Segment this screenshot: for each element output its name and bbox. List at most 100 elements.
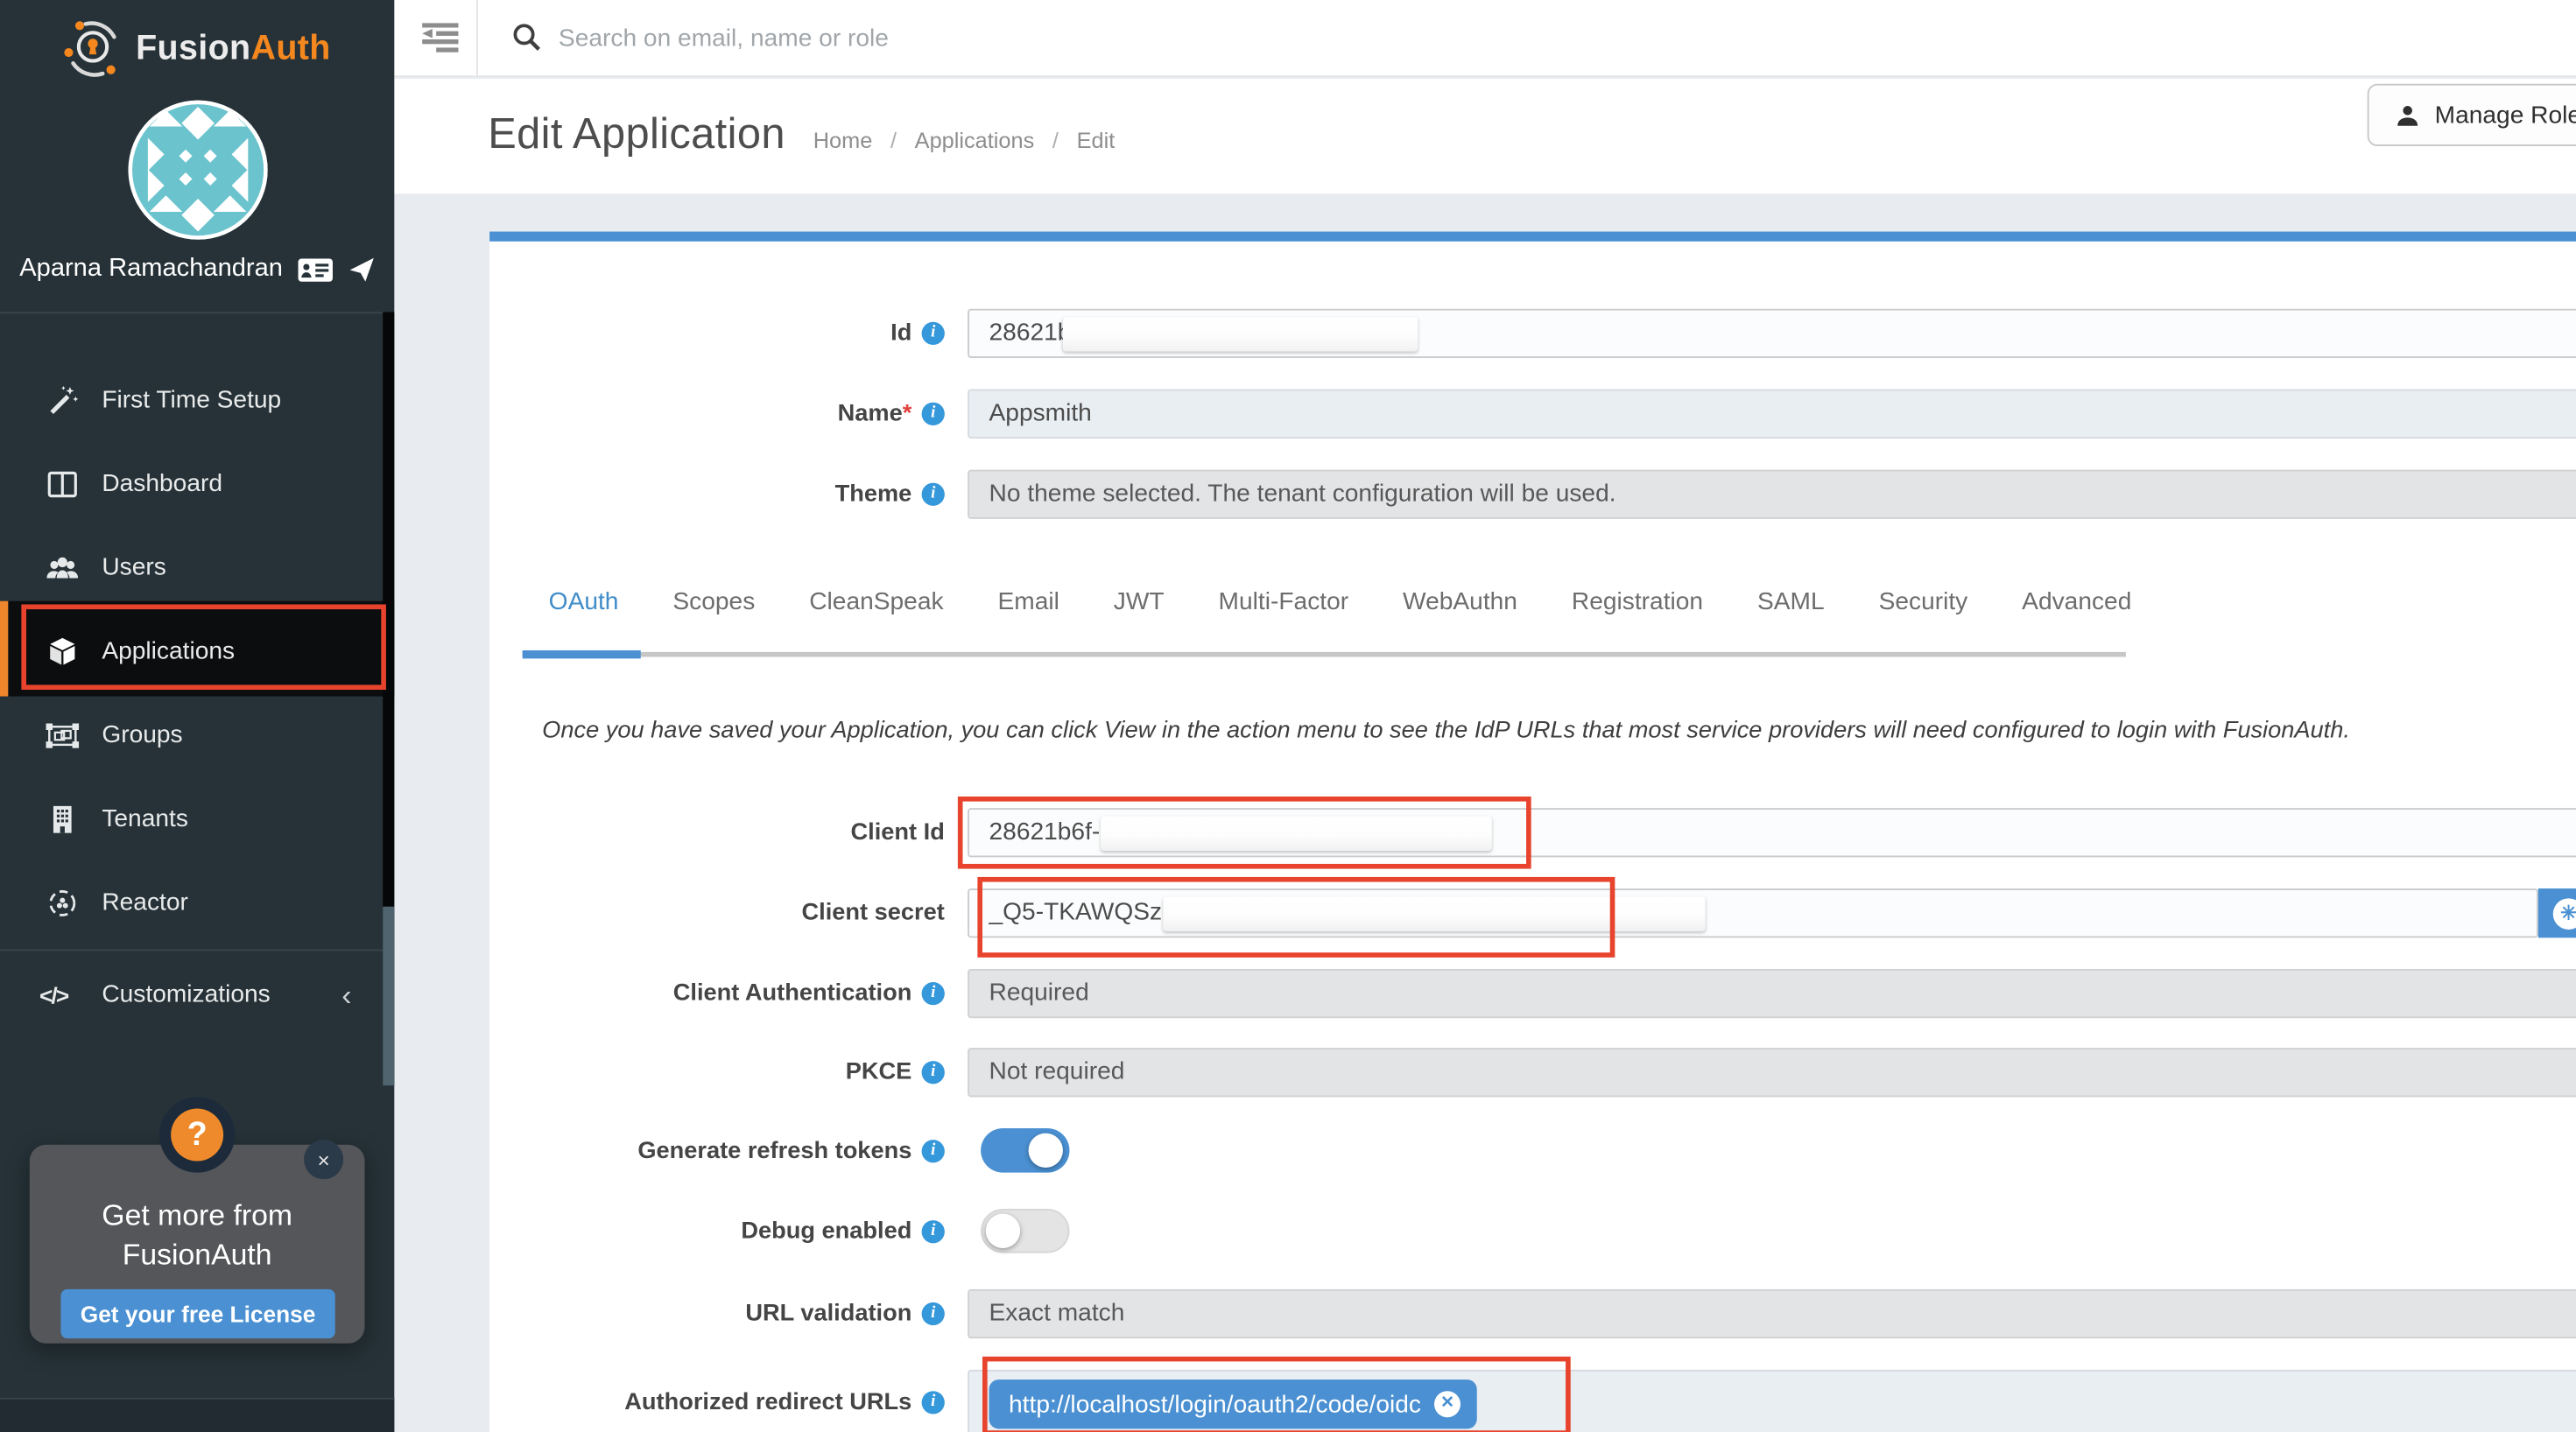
breadcrumb-edit: Edit (1077, 128, 1116, 152)
search-input[interactable] (559, 13, 1577, 62)
client-id-label: Client Id (489, 808, 945, 857)
name-label: Name* i (489, 390, 945, 439)
redaction-overlay (1163, 896, 1705, 930)
sidebar-scrollbar-track (383, 312, 394, 1085)
info-icon[interactable]: i (922, 1302, 945, 1325)
redirect-url-text: http://localhost/login/oauth2/code/oidc (1009, 1390, 1421, 1418)
chevron-left-icon[interactable]: ‹ (341, 979, 351, 1009)
info-icon[interactable]: i (922, 1391, 945, 1414)
info-icon[interactable]: i (922, 403, 945, 425)
info-icon[interactable]: i (922, 1139, 945, 1162)
regenerate-icon: ✳ (2553, 897, 2576, 929)
client-authentication-label: Client Authenticationi (489, 969, 945, 1018)
columns-icon (45, 467, 81, 501)
breadcrumb-applications[interactable]: Applications (915, 128, 1035, 152)
sidebar-item-first-time-setup[interactable]: First Time Setup (0, 358, 394, 442)
sidebar-item-reactor[interactable]: Reactor (0, 860, 394, 944)
remove-tag-icon[interactable]: ✕ (1434, 1391, 1460, 1417)
tab-scopes[interactable]: Scopes (672, 588, 755, 616)
url-validation-select: Exact match (968, 1289, 2576, 1338)
sidebar-item-tenants[interactable]: Tenants (0, 776, 394, 860)
debug-enabled-label: Debug enabledi (489, 1209, 945, 1253)
name-input[interactable]: Appsmith (968, 390, 2576, 439)
users-icon (45, 551, 81, 584)
tab-security[interactable]: Security (1879, 588, 1968, 616)
redaction-overlay (1101, 817, 1492, 851)
tab-registration[interactable]: Registration (1572, 588, 1703, 616)
url-validation-label: URL validationi (489, 1289, 945, 1338)
id-card-icon[interactable] (298, 257, 334, 282)
client-secret-field[interactable]: _Q5-TKAWQSz7s (968, 888, 2538, 937)
promo-close-button[interactable]: × (304, 1140, 343, 1179)
tab-multi-factor[interactable]: Multi-Factor (1219, 588, 1349, 616)
sidebar-item-label: Applications (102, 637, 235, 665)
oauth-note: Once you have saved your Application, yo… (542, 718, 2349, 744)
brand-text-auth: Auth (251, 30, 331, 67)
sidebar-item-groups[interactable]: Groups (0, 693, 394, 777)
fusionauth-logo-icon (64, 20, 123, 80)
sidebar-item-dashboard[interactable]: Dashboard (0, 442, 394, 526)
breadcrumb: Home / Applications / Edit (813, 128, 1116, 152)
tab-cleanspeak[interactable]: CleanSpeak (809, 588, 943, 616)
fusionauth-admin: FusionAuth (0, 0, 2576, 1432)
sidebar-item-customizations[interactable]: </> Customizations ‹ (0, 952, 383, 1036)
tab-underline-active (523, 650, 641, 658)
id-input[interactable]: 28621b (968, 309, 2576, 358)
theme-select: No theme selected. The tenant configurat… (968, 470, 2576, 519)
topbar-divider (476, 0, 478, 75)
user-row: Aparna Ramachandran (0, 255, 394, 284)
generate-refresh-tokens-toggle[interactable] (981, 1128, 1069, 1173)
sidebar-item-applications[interactable]: Applications (0, 609, 394, 693)
brand-text-fusion: Fusion (136, 30, 250, 67)
info-icon[interactable]: i (922, 483, 945, 506)
reactor-icon (45, 886, 81, 919)
page-header: Edit Application Home / Applications / E… (394, 79, 2576, 193)
breadcrumb-separator: / (890, 128, 897, 152)
free-license-button[interactable]: Get your free License (60, 1289, 334, 1338)
topbar (394, 0, 2576, 77)
tab-oauth[interactable]: OAuth (549, 588, 619, 616)
sidebar-item-label: Groups (102, 721, 182, 749)
breadcrumb-separator: / (1052, 128, 1059, 152)
client-id-field[interactable]: 28621b6f- (968, 808, 2576, 857)
page-title: Edit Application (488, 109, 785, 159)
paper-plane-icon[interactable] (348, 256, 375, 283)
sidebar-footer (0, 1398, 394, 1432)
building-icon (45, 803, 81, 836)
sidebar-item-label: Tenants (102, 804, 188, 832)
tab-advanced[interactable]: Advanced (2022, 588, 2131, 616)
tab-jwt[interactable]: JWT (1114, 588, 1165, 616)
sidebar-item-users[interactable]: Users (0, 525, 394, 609)
breadcrumb-home[interactable]: Home (813, 128, 873, 152)
magic-wand-icon (45, 383, 81, 417)
client-secret-label: Client secret (489, 888, 945, 937)
debug-enabled-toggle[interactable] (981, 1209, 1069, 1253)
regenerate-secret-button[interactable]: ✳ (2538, 888, 2576, 937)
sidebar-item-label: Dashboard (102, 470, 222, 498)
sidebar-item-label: Customizations (102, 980, 270, 1008)
theme-label: Themei (489, 470, 945, 519)
tab-bar: OAuth Scopes CleanSpeak Email JWT Multi-… (549, 588, 2186, 616)
user-name: Aparna Ramachandran (19, 255, 283, 284)
info-icon[interactable]: i (922, 1219, 945, 1242)
info-icon[interactable]: i (922, 982, 945, 1005)
client-authentication-select: Required (968, 969, 2576, 1018)
sidebar: FusionAuth (0, 0, 394, 1432)
id-label: Idi (489, 309, 945, 358)
info-icon[interactable]: i (922, 1061, 945, 1084)
tab-saml[interactable]: SAML (1757, 588, 1825, 616)
manage-roles-button[interactable]: Manage Roles (2368, 84, 2576, 146)
redaction-overlay (1063, 317, 1418, 351)
edit-application-panel: Idi 28621b Name* i Appsmith Themei No th… (489, 232, 2576, 1432)
tab-webauthn[interactable]: WebAuthn (1403, 588, 1517, 616)
promo-heading: Get more from FusionAuth (30, 1196, 365, 1275)
sidebar-item-label: Reactor (102, 888, 188, 916)
redirect-url-tag: http://localhost/login/oauth2/code/oidc … (989, 1379, 1477, 1428)
tab-email[interactable]: Email (997, 588, 1059, 616)
collapse-sidebar-icon[interactable] (420, 23, 460, 53)
authorized-redirect-urls-field[interactable]: http://localhost/login/oauth2/code/oidc … (968, 1370, 2576, 1432)
info-icon[interactable]: i (922, 322, 945, 345)
manage-roles-label: Manage Roles (2435, 101, 2576, 129)
fusionauth-logo[interactable]: FusionAuth (0, 13, 394, 86)
sidebar-scrollbar-thumb[interactable] (383, 907, 394, 1086)
